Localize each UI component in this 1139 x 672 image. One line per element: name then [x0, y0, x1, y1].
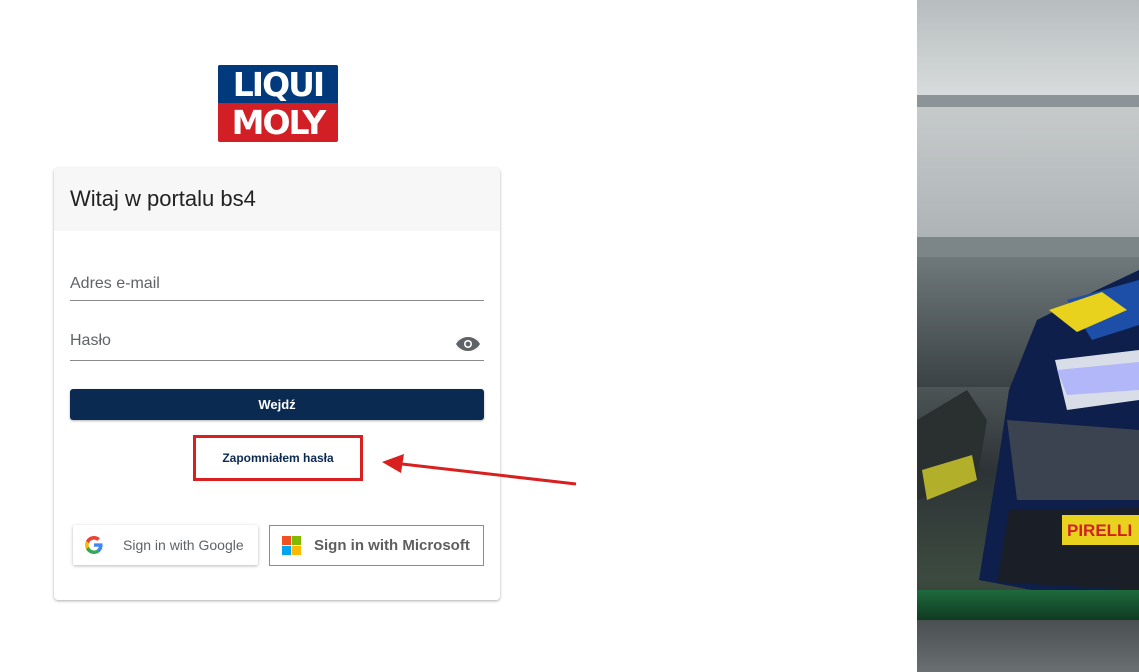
email-label: Adres e-mail — [70, 275, 160, 292]
photo-car: PIRELLI — [917, 270, 1139, 610]
forgot-password-link[interactable]: Zapomniałem hasła — [196, 438, 360, 478]
photo-building-top — [917, 0, 1139, 95]
microsoft-signin-label: Sign in with Microsoft — [314, 537, 470, 554]
password-field[interactable]: Hasło — [70, 332, 484, 361]
email-field[interactable]: Adres e-mail — [70, 275, 484, 301]
card-header: Witaj w portalu bs4 — [54, 168, 500, 231]
liqui-moly-logo: LIQUI MOLY — [218, 65, 338, 142]
microsoft-signin-button[interactable]: Sign in with Microsoft — [269, 525, 484, 566]
eye-icon[interactable] — [456, 337, 480, 351]
photo-asphalt — [917, 620, 1139, 672]
email-underline — [70, 300, 484, 301]
forgot-password-highlight: Zapomniałem hasła — [193, 435, 363, 481]
photo-beam — [917, 95, 1139, 107]
login-card: Witaj w portalu bs4 Adres e-mail Hasło W… — [54, 168, 500, 600]
google-signin-button[interactable]: Sign in with Google — [73, 525, 258, 565]
login-button[interactable]: Wejdź — [70, 389, 484, 420]
arrow-annotation — [382, 454, 577, 486]
google-icon — [85, 536, 103, 554]
race-car-photo: PIRELLI — [917, 0, 1139, 672]
google-signin-label: Sign in with Google — [123, 537, 244, 553]
microsoft-icon — [282, 536, 302, 556]
logo-line-1: LIQUI — [232, 65, 325, 104]
photo-garage — [917, 107, 1139, 237]
logo-line-2: MOLY — [231, 103, 327, 142]
password-label: Hasło — [70, 332, 111, 349]
pirelli-text: PIRELLI — [1067, 521, 1132, 540]
page-title: Witaj w portalu bs4 — [70, 186, 256, 211]
photo-pitwall — [917, 237, 1139, 257]
photo-grass — [917, 590, 1139, 620]
password-underline — [70, 360, 484, 361]
login-page: LIQUI MOLY Witaj w portalu bs4 Adres e-m… — [0, 0, 1139, 672]
